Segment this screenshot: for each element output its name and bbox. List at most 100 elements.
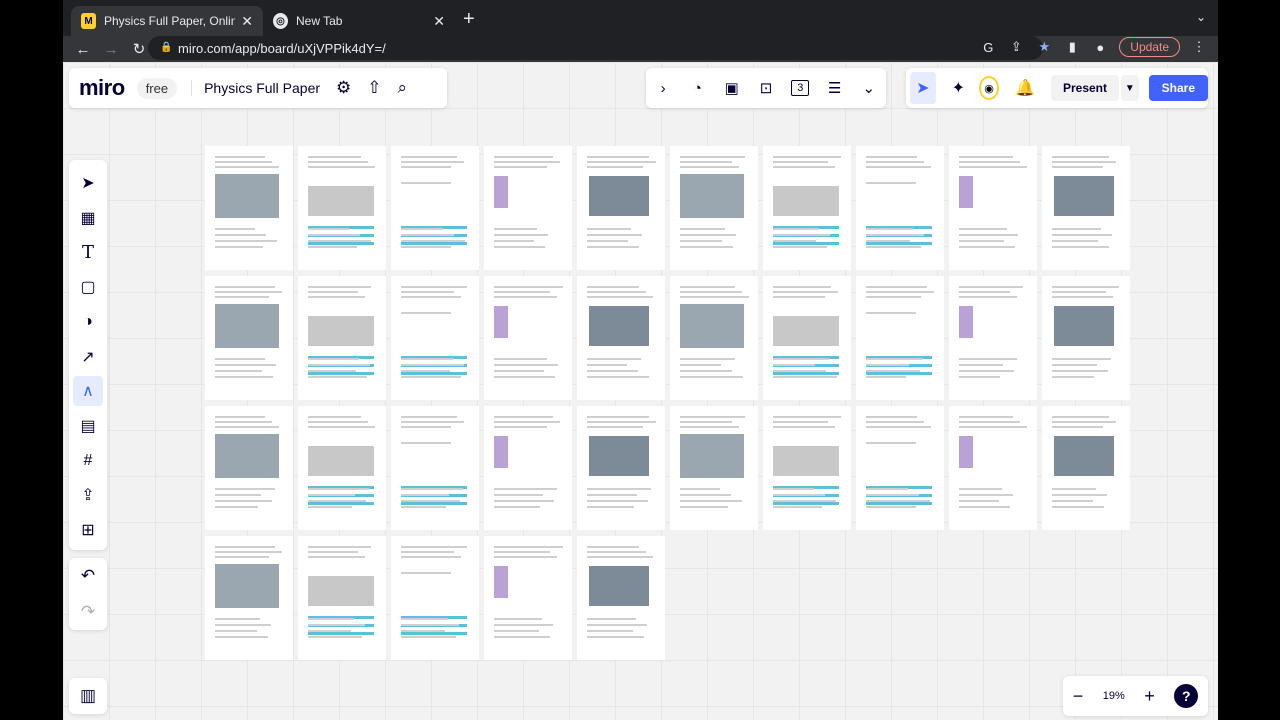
update-button[interactable]: Update — [1119, 37, 1180, 57]
reactions-icon[interactable]: ◉ — [979, 76, 1000, 100]
bookmark-star-icon[interactable]: ★ — [1035, 38, 1053, 56]
board-frame[interactable] — [298, 276, 386, 400]
redo-icon[interactable]: ↷ — [81, 602, 95, 622]
connection-line-icon[interactable]: ↗ — [73, 342, 103, 372]
select-icon[interactable]: ➤ — [73, 168, 103, 198]
share-icon[interactable]: ⇪ — [1007, 38, 1025, 56]
share-button[interactable]: Share — [1148, 75, 1208, 101]
board-frame[interactable] — [391, 406, 479, 530]
board-frame[interactable] — [949, 276, 1037, 400]
board-header: miro free Physics Full Paper ⚙ ⇧ ⌕ — [69, 68, 447, 108]
board-frame[interactable] — [484, 146, 572, 270]
browser-tab-active[interactable]: M Physics Full Paper, Online Whi ✕ — [71, 6, 263, 36]
avatar[interactable]: ● — [1091, 38, 1109, 56]
browser-tab-new[interactable]: ◎ New Tab ✕ — [263, 6, 455, 36]
upload-icon[interactable]: ⇪ — [73, 481, 103, 511]
templates-icon[interactable]: ▦ — [73, 203, 103, 233]
calendar-icon[interactable]: 3 — [791, 80, 810, 96]
voting-icon[interactable]: ▣ — [723, 79, 741, 97]
board-frame[interactable] — [856, 406, 944, 530]
board-frame[interactable] — [949, 406, 1037, 530]
side-panel-icon[interactable]: ▮ — [1063, 38, 1081, 56]
chevron-down-icon[interactable]: ⌄ — [1196, 10, 1206, 24]
board-frame[interactable] — [484, 276, 572, 400]
export-icon[interactable]: ⇧ — [367, 78, 381, 98]
board-frame[interactable] — [298, 536, 386, 660]
chrome-favicon-icon: ◎ — [273, 13, 288, 29]
frames-list-icon: ▥ — [79, 686, 97, 705]
chevron-right-icon[interactable]: › — [654, 80, 672, 97]
board-frame[interactable] — [670, 276, 758, 400]
focus-icon[interactable]: ⊡ — [757, 79, 775, 97]
gear-icon[interactable]: ⚙ — [336, 78, 351, 98]
undo-icon[interactable]: ↶ — [81, 566, 95, 586]
frame-icon[interactable]: # — [73, 446, 103, 476]
tab-title: Physics Full Paper, Online Whi — [104, 14, 236, 28]
board-frame[interactable] — [856, 276, 944, 400]
board-frame[interactable] — [391, 536, 479, 660]
board-frame[interactable] — [670, 406, 758, 530]
google-icon[interactable]: G — [979, 38, 997, 56]
more-apps-icon[interactable]: ⊞ — [73, 515, 103, 545]
comment-icon[interactable]: ▤ — [73, 411, 103, 441]
miro-favicon-icon: M — [81, 13, 96, 29]
browser-tab-strip: M Physics Full Paper, Online Whi ✕ ◎ New… — [63, 0, 1218, 36]
timer-icon[interactable]: ◔ — [688, 80, 706, 97]
board-frame[interactable] — [298, 146, 386, 270]
board-frame[interactable] — [205, 536, 293, 660]
close-icon[interactable]: ✕ — [241, 13, 253, 30]
cursor-icon[interactable]: ➤ — [910, 72, 936, 104]
zoom-in-icon[interactable]: + — [1144, 686, 1155, 707]
shapes-icon[interactable]: ◑ — [73, 307, 103, 337]
plan-badge[interactable]: free — [136, 77, 178, 99]
celebrate-icon[interactable]: ✦ — [952, 78, 965, 98]
reload-icon[interactable]: ↻ — [131, 40, 147, 58]
board-frame[interactable] — [391, 146, 479, 270]
board-frame[interactable] — [205, 276, 293, 400]
new-tab-icon[interactable]: + — [463, 8, 475, 31]
present-button[interactable]: Present — [1050, 75, 1120, 101]
board-frame[interactable] — [949, 146, 1037, 270]
zoom-level[interactable]: 19% — [1103, 690, 1125, 702]
notes-icon[interactable]: ☰ — [826, 79, 844, 97]
board-frame[interactable] — [577, 536, 665, 660]
text-icon[interactable]: T — [73, 237, 103, 267]
search-icon[interactable]: ⌕ — [398, 78, 408, 98]
miro-logo[interactable]: miro — [79, 75, 125, 101]
board-frame[interactable] — [1042, 276, 1130, 400]
board-frame[interactable] — [298, 406, 386, 530]
close-icon[interactable]: ✕ — [433, 13, 445, 30]
board-frame[interactable] — [763, 146, 851, 270]
board-frame[interactable] — [577, 406, 665, 530]
help-icon[interactable]: ? — [1174, 684, 1199, 708]
zoom-out-icon[interactable]: − — [1073, 686, 1084, 707]
double-chevron-down-icon[interactable]: ⌄ — [860, 79, 878, 97]
bell-icon[interactable]: 🔔 — [1015, 78, 1035, 98]
board-frame[interactable] — [577, 276, 665, 400]
board-frame[interactable] — [391, 276, 479, 400]
board-frame[interactable] — [856, 146, 944, 270]
board-frame[interactable] — [484, 536, 572, 660]
board-frame[interactable] — [205, 406, 293, 530]
board-title[interactable]: Physics Full Paper — [191, 80, 320, 96]
board-frame[interactable] — [1042, 146, 1130, 270]
board-frame[interactable] — [484, 406, 572, 530]
address-bar[interactable]: 🔒 miro.com/app/board/uXjVPPik4dY=/ — [148, 36, 1043, 60]
url-text: miro.com/app/board/uXjVPPik4dY=/ — [178, 40, 386, 56]
board-canvas[interactable]: miro free Physics Full Paper ⚙ ⇧ ⌕ › ◔ ▣… — [63, 62, 1218, 720]
board-frame[interactable] — [577, 146, 665, 270]
board-frame[interactable] — [763, 406, 851, 530]
pen-icon[interactable]: ∧ — [73, 376, 103, 407]
board-frame[interactable] — [1042, 406, 1130, 530]
board-frame[interactable] — [670, 146, 758, 270]
left-toolbar: ➤ ▦ T ▢ ◑ ↗ ∧ ▤ # ⇪ ⊞ — [69, 160, 107, 550]
chevron-down-icon[interactable]: ▼ — [1121, 75, 1139, 101]
board-frame[interactable] — [205, 146, 293, 270]
frames-panel-button[interactable]: ▥ — [69, 678, 107, 714]
more-menu-icon[interactable]: ⋮ — [1190, 38, 1208, 56]
back-icon[interactable]: ← — [75, 41, 91, 58]
center-toolbar: › ◔ ▣ ⊡ 3 ☰ ⌄ — [646, 68, 886, 108]
forward-icon[interactable]: → — [103, 41, 119, 58]
sticky-note-icon[interactable]: ▢ — [73, 272, 103, 302]
board-frame[interactable] — [763, 276, 851, 400]
